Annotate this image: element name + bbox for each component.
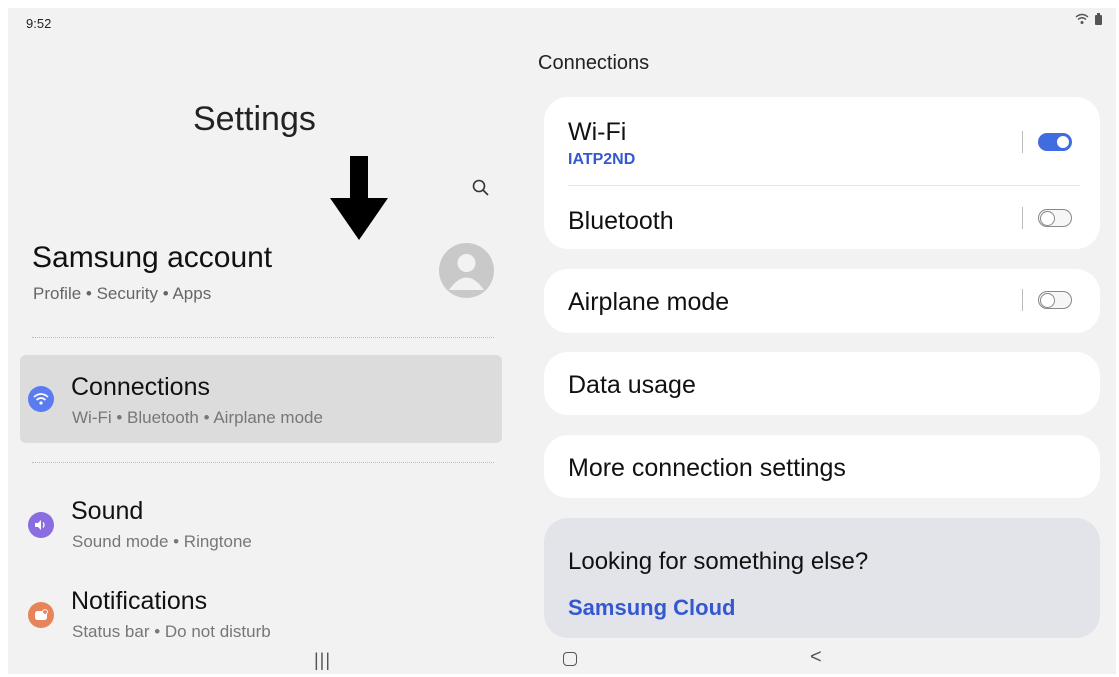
bluetooth-toggle[interactable] — [1038, 209, 1072, 227]
suggestion-card: Looking for something else? Samsung Clou… — [544, 518, 1100, 638]
panel-title: Connections — [538, 52, 650, 74]
menu-item-title: Notifications — [71, 587, 208, 615]
speaker-icon — [28, 512, 54, 538]
airplane-mode-toggle[interactable] — [1038, 291, 1072, 309]
wifi-label: Wi-Fi — [568, 118, 627, 146]
divider — [32, 337, 494, 338]
menu-item-title: Sound — [71, 497, 144, 525]
airplane-mode-row[interactable]: Airplane mode — [544, 269, 1100, 333]
wifi-icon — [28, 386, 54, 412]
account-subtitle: Profile • Security • Apps — [33, 284, 212, 303]
down-arrow-annotation — [330, 156, 388, 240]
separator — [1022, 289, 1023, 311]
menu-item-subtitle: Wi-Fi • Bluetooth • Airplane mode — [72, 408, 323, 427]
account-title: Samsung account — [32, 241, 273, 274]
menu-item-subtitle: Sound mode • Ringtone — [72, 532, 252, 551]
samsung-cloud-link[interactable]: Samsung Cloud — [568, 595, 735, 621]
home-icon[interactable] — [563, 652, 577, 666]
more-connection-settings-row[interactable]: More connection settings — [544, 435, 1100, 498]
divider — [568, 185, 1080, 186]
wifi-bluetooth-card: Wi-Fi IATP2ND Bluetooth — [544, 97, 1100, 249]
wifi-toggle[interactable] — [1038, 133, 1072, 151]
data-usage-row[interactable]: Data usage — [544, 352, 1100, 415]
menu-item-connections[interactable]: Connections Wi-Fi • Bluetooth • Airplane… — [20, 355, 502, 443]
menu-item-subtitle: Status bar • Do not disturb — [72, 622, 271, 638]
separator — [1022, 207, 1023, 229]
data-usage-label: Data usage — [568, 371, 696, 399]
status-icons — [1075, 13, 1102, 28]
page-title: Settings — [193, 100, 316, 138]
settings-screen: 9:52 Settings Samsung account Profile • … — [8, 8, 1116, 674]
notification-icon — [28, 602, 54, 628]
battery-icon — [1095, 13, 1102, 25]
bluetooth-label: Bluetooth — [568, 207, 674, 235]
wifi-network-name: IATP2ND — [568, 151, 636, 168]
airplane-mode-label: Airplane mode — [568, 288, 730, 316]
divider — [32, 462, 494, 463]
back-button[interactable]: < — [810, 646, 822, 669]
menu-item-title: Connections — [71, 373, 210, 401]
more-connection-settings-label: More connection settings — [568, 454, 846, 482]
separator — [1022, 131, 1023, 153]
search-icon[interactable] — [471, 178, 491, 198]
recent-apps-button[interactable]: ||| — [314, 650, 331, 671]
suggestion-title: Looking for something else? — [568, 548, 869, 575]
status-time: 9:52 — [26, 16, 52, 31]
avatar-icon[interactable] — [439, 243, 494, 298]
wifi-status-icon — [1075, 13, 1089, 24]
